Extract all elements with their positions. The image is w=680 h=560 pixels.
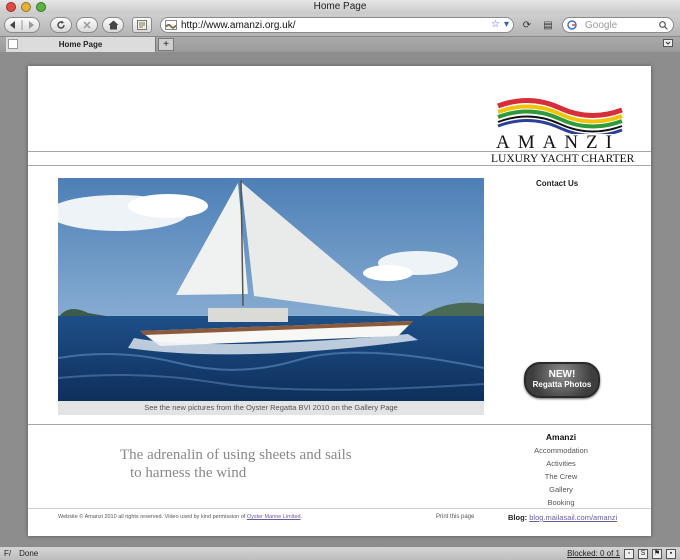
contact-us-link[interactable]: Contact Us <box>536 179 578 188</box>
hero-caption: See the new pictures from the Oyster Reg… <box>58 401 484 415</box>
footer-copyright: Website © Amanzi 2010 all rights reserve… <box>58 514 302 520</box>
web-page: AMANZI LUXURY YACHT CHARTER See the new … <box>28 66 651 536</box>
tab-list-icon[interactable] <box>662 39 674 51</box>
new-tab-button[interactable]: + <box>158 38 174 51</box>
status-f-icon[interactable]: F/ <box>4 547 11 560</box>
badge-line2: Regatta Photos <box>532 380 592 389</box>
minimize-window-button[interactable] <box>21 2 31 12</box>
title-bar: Home Page <box>0 0 680 14</box>
header-divider-top <box>28 151 651 152</box>
stop-icon <box>83 21 91 29</box>
status-text: Done <box>19 549 39 558</box>
status-bar: F/ Done Blocked: 0 of 1 ▫ S ⚑ ▪ <box>0 546 680 560</box>
blog-link-group: Blog: blog.mailasail.com/amanzi <box>508 513 617 522</box>
google-search-engine-icon[interactable] <box>567 20 579 30</box>
search-input[interactable]: Google <box>585 20 617 31</box>
addon-flag-icon[interactable]: ⚑ <box>652 548 662 559</box>
print-page-link[interactable]: Print this page <box>436 514 474 520</box>
page-icon: ▤ <box>543 19 553 31</box>
nav-item-gallery[interactable]: Gallery <box>506 485 616 494</box>
tab-strip: Home Page + <box>0 36 680 52</box>
popup-blocked-link[interactable]: Blocked: 0 of 1 <box>567 547 620 560</box>
url-bar-icons: ☆ ▾ <box>491 19 509 30</box>
header-divider-bottom <box>28 165 651 166</box>
zoom-window-button[interactable] <box>36 2 46 12</box>
nav-item-amanzi[interactable]: Amanzi <box>506 432 616 442</box>
home-button[interactable] <box>102 17 124 33</box>
slogan: The adrenalin of using sheets and sails … <box>120 446 352 482</box>
site-favicon-icon <box>165 20 177 30</box>
tab-favicon-icon <box>8 39 18 49</box>
badge-line1: NEW! <box>548 369 576 380</box>
reload-button[interactable] <box>50 17 72 33</box>
nav-item-booking[interactable]: Booking <box>506 498 616 507</box>
site-nav: Amanzi Accommodation Activities The Crew… <box>506 432 616 511</box>
blog-label: Blog: <box>508 513 528 522</box>
nav-item-the-crew[interactable]: The Crew <box>506 472 616 481</box>
nav-item-activities[interactable]: Activities <box>506 459 616 468</box>
copyright-period: . <box>300 514 303 520</box>
copyright-text: Website © Amanzi 2010 all rights reserve… <box>58 514 246 520</box>
slogan-line2: to harness the wind <box>130 465 247 481</box>
slogan-line1: The adrenalin of using sheets and sails <box>120 447 352 463</box>
yacht-hero-image <box>58 178 484 401</box>
search-icon[interactable] <box>659 21 668 30</box>
footer-divider <box>28 508 651 509</box>
stop-button[interactable] <box>76 17 98 33</box>
bookmark-grid-icon <box>137 20 147 30</box>
tab-label: Home Page <box>58 40 103 49</box>
browser-toolbar: http://www.amanzi.org.uk/ ☆ ▾ ⟳ ▤ Google <box>0 14 680 36</box>
nav-item-accommodation[interactable]: Accommodation <box>506 446 616 455</box>
content-divider <box>28 424 651 425</box>
search-bar[interactable]: Google <box>562 17 674 33</box>
window-title: Home Page <box>313 1 367 12</box>
back-forward-buttons[interactable] <box>4 17 40 33</box>
close-window-button[interactable] <box>6 2 16 12</box>
url-text: http://www.amanzi.org.uk/ <box>181 19 296 31</box>
window-controls <box>6 2 46 12</box>
home-icon <box>108 20 118 30</box>
brand-tagline: LUXURY YACHT CHARTER <box>491 153 635 165</box>
address-bar[interactable]: http://www.amanzi.org.uk/ ☆ ▾ <box>160 17 514 33</box>
bookmark-star-icon[interactable]: ☆ <box>491 19 500 30</box>
addon-icon-4[interactable]: ▪ <box>666 548 676 559</box>
status-left: F/ Done <box>4 547 38 560</box>
back-forward-icon <box>10 20 34 30</box>
status-right: Blocked: 0 of 1 ▫ S ⚑ ▪ <box>567 547 676 560</box>
bookmarks-button[interactable] <box>132 17 152 33</box>
addon-icon-1[interactable]: ▫ <box>624 548 634 559</box>
new-regatta-photos-button[interactable]: NEW! Regatta Photos <box>524 362 600 398</box>
reload-icon <box>57 20 65 29</box>
tab-home-page[interactable]: Home Page <box>6 37 156 52</box>
page-menu-button[interactable]: ▤ <box>538 17 558 33</box>
oyster-marine-link[interactable]: Oyster Marine Limited <box>247 514 301 520</box>
sync-icon: ⟳ <box>522 19 532 31</box>
amanzi-logo-icon[interactable] <box>490 96 630 134</box>
addon-s-icon[interactable]: S <box>638 548 648 559</box>
url-dropdown-icon[interactable]: ▾ <box>504 19 509 30</box>
blog-link[interactable]: blog.mailasail.com/amanzi <box>529 513 617 522</box>
sync-button[interactable]: ⟳ <box>518 17 536 33</box>
